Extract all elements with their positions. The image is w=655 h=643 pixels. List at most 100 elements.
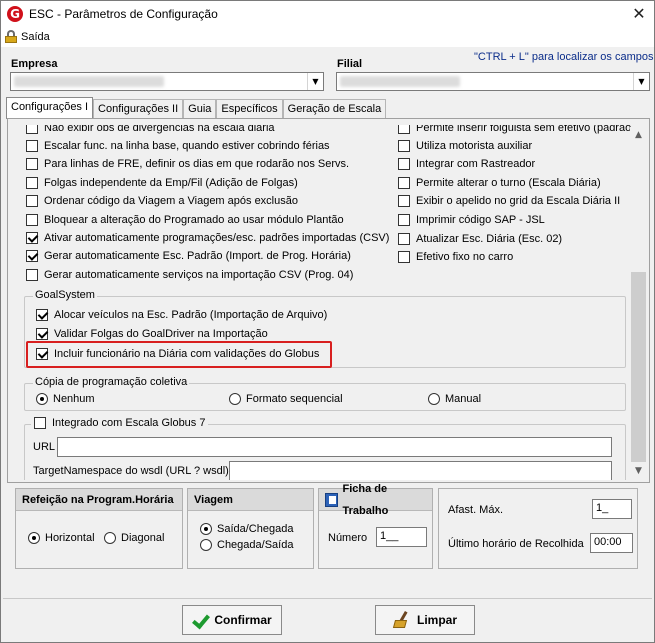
checkbox[interactable] [26, 140, 38, 152]
checkbox-label: Efetivo fixo no carro [416, 251, 514, 263]
check-ativar-automaticamente[interactable]: Ativar automaticamente programações/esc.… [26, 232, 389, 244]
checkbox[interactable] [26, 195, 38, 207]
menu-item-sair[interactable]: Saída [5, 30, 50, 43]
checkbox[interactable] [26, 125, 38, 134]
recolhida-input[interactable]: 00:00 [590, 533, 633, 553]
radio[interactable] [28, 532, 40, 544]
checkbox[interactable] [26, 214, 38, 226]
tab-configuracoes-i[interactable]: Configurações I [6, 97, 94, 119]
app-logo-icon: G [7, 6, 23, 22]
check-gerar-servicos-csv[interactable]: Gerar automaticamente serviços na import… [26, 269, 353, 281]
check-alocar-veiculos[interactable]: Alocar veículos na Esc. Padrão (Importaç… [36, 309, 327, 321]
check-efetivo-fixo[interactable]: Efetivo fixo no carro [398, 251, 513, 263]
tab-panel-configuracoes-i: Não exibir obs de divergências na escala… [7, 118, 650, 483]
checkbox-label: Exibir o apelido no grid da Escala Diári… [416, 195, 621, 207]
radio-horizontal[interactable]: Horizontal [28, 532, 95, 544]
checkbox[interactable] [26, 158, 38, 170]
checkbox[interactable] [26, 232, 38, 244]
radio-chegada-saida[interactable]: Chegada/Saída [200, 539, 293, 551]
check-alterar-turno[interactable]: Permite alterar o turno (Escala Diária) [398, 177, 601, 189]
limpar-label: Limpar [416, 613, 457, 627]
radio[interactable] [428, 393, 440, 405]
limpar-button[interactable]: Limpar [375, 605, 475, 635]
check-exibir-apelido[interactable]: Exibir o apelido no grid da Escala Diári… [398, 195, 620, 207]
checkbox[interactable] [36, 309, 48, 321]
numero-input[interactable]: 1__ [376, 527, 427, 547]
checkbox-label: Permite alterar o turno (Escala Diária) [416, 177, 601, 189]
radio-saida-chegada[interactable]: Saída/Chegada [200, 523, 293, 535]
checkbox[interactable] [398, 233, 410, 245]
radio[interactable] [104, 532, 116, 544]
tab-label: Guia [188, 103, 212, 115]
check-ordenar-codigo[interactable]: Ordenar código da Viagem a Viagem após e… [26, 195, 298, 207]
check-linhas-fre[interactable]: Para linhas de FRE, definir os dias em q… [26, 158, 349, 170]
scroll-up-icon[interactable]: ▲ [630, 127, 647, 144]
window-title: ESC - Parâmetros de Configuração [29, 7, 218, 21]
checkbox[interactable] [34, 417, 46, 429]
checkbox-label: Utiliza motorista auxiliar [416, 140, 533, 152]
tab-guia[interactable]: Guia [183, 99, 217, 119]
filial-select[interactable]: ▼ [336, 72, 650, 91]
radio-diagonal[interactable]: Diagonal [104, 532, 164, 544]
checkbox[interactable] [398, 158, 410, 170]
check-gerar-esc-padrao[interactable]: Gerar automaticamente Esc. Padrão (Impor… [26, 250, 351, 262]
check-permite-folguista[interactable]: Permite inserir folguista sem efetivo (p… [398, 125, 631, 134]
scroll-down-icon[interactable]: ▼ [630, 463, 647, 480]
radio[interactable] [200, 523, 212, 535]
radio-nenhum[interactable]: Nenhum [36, 393, 95, 405]
close-icon[interactable]: ✕ [628, 4, 650, 24]
config-window: G ESC - Parâmetros de Configuração ✕ Saí… [0, 0, 655, 643]
checkbox[interactable] [398, 140, 410, 152]
check-integrado-globus7[interactable]: Integrado com Escala Globus 7 [31, 417, 209, 429]
check-folgas-independente[interactable]: Folgas independente da Emp/Fil (Adição d… [26, 177, 298, 189]
checkbox[interactable] [26, 177, 38, 189]
check-validar-folgas[interactable]: Validar Folgas do GoalDriver na Importaç… [36, 328, 268, 340]
broom-icon [392, 610, 411, 629]
radio[interactable] [229, 393, 241, 405]
radio-label: Saída/Chegada [217, 523, 294, 535]
check-atualizar-esc-diaria[interactable]: Atualizar Esc. Diária (Esc. 02) [398, 233, 562, 245]
checkbox[interactable] [26, 269, 38, 281]
radio[interactable] [36, 393, 48, 405]
checkbox-label: Ordenar código da Viagem a Viagem após e… [44, 195, 298, 207]
ficha-title: Ficha de Trabalho [342, 482, 389, 517]
tab-geracao-de-escala[interactable]: Geração de Escala [282, 99, 387, 119]
checkbox[interactable] [398, 177, 410, 189]
url-input[interactable] [57, 437, 612, 457]
afast-input[interactable]: 1_ [592, 499, 632, 519]
confirmar-button[interactable]: Confirmar [182, 605, 282, 635]
chevron-down-icon[interactable]: ▼ [633, 73, 649, 90]
check-nao-exibir-obs[interactable]: Não exibir obs de divergências na escala… [26, 125, 275, 134]
scrollbar-thumb[interactable] [631, 272, 646, 462]
check-motorista-auxiliar[interactable]: Utiliza motorista auxiliar [398, 140, 532, 152]
tab-especificos[interactable]: Específicos [216, 99, 283, 119]
radio-label: Diagonal [121, 532, 165, 544]
menu-bar: Saída [1, 29, 654, 47]
radio-label: Chegada/Saída [217, 539, 294, 551]
check-integrar-rastreador[interactable]: Integrar com Rastreador [398, 158, 535, 170]
checkbox[interactable] [398, 214, 410, 226]
copia-title: Cópia de programação coletiva [33, 376, 190, 388]
check-imprimir-sap[interactable]: Imprimir código SAP - JSL [398, 214, 545, 226]
checkbox[interactable] [398, 195, 410, 207]
vertical-scrollbar[interactable]: ▲ ▼ [630, 127, 647, 480]
radio[interactable] [200, 539, 212, 551]
checkbox-label: Validar Folgas do GoalDriver na Importaç… [54, 328, 268, 340]
radio-formato-sequencial[interactable]: Formato sequencial [229, 393, 343, 405]
afastamento-panel: Afast. Máx. 1_ Último horário de Recolhi… [438, 488, 638, 569]
tab-configuracoes-ii[interactable]: Configurações II [93, 99, 184, 119]
viagem-panel: Viagem Saída/Chegada Chegada/Saída [187, 488, 314, 569]
checkbox-label: Atualizar Esc. Diária (Esc. 02) [416, 233, 563, 245]
chevron-down-icon[interactable]: ▼ [307, 73, 323, 90]
checkbox[interactable] [398, 125, 410, 134]
check-bloquear-alteracao[interactable]: Bloquear a alteração do Programado ao us… [26, 214, 344, 226]
check-escalar-func[interactable]: Escalar func. na linha base, quando esti… [26, 140, 330, 152]
checkbox[interactable] [26, 250, 38, 262]
checkbox-label: Integrar com Rastreador [416, 158, 536, 170]
empresa-select[interactable]: ▼ [10, 72, 324, 91]
empresa-label: Empresa [11, 58, 58, 70]
tab-strip: Configurações I Configurações II Guia Es… [6, 97, 387, 119]
radio-manual[interactable]: Manual [428, 393, 481, 405]
checkbox[interactable] [398, 251, 410, 263]
checkbox[interactable] [36, 328, 48, 340]
